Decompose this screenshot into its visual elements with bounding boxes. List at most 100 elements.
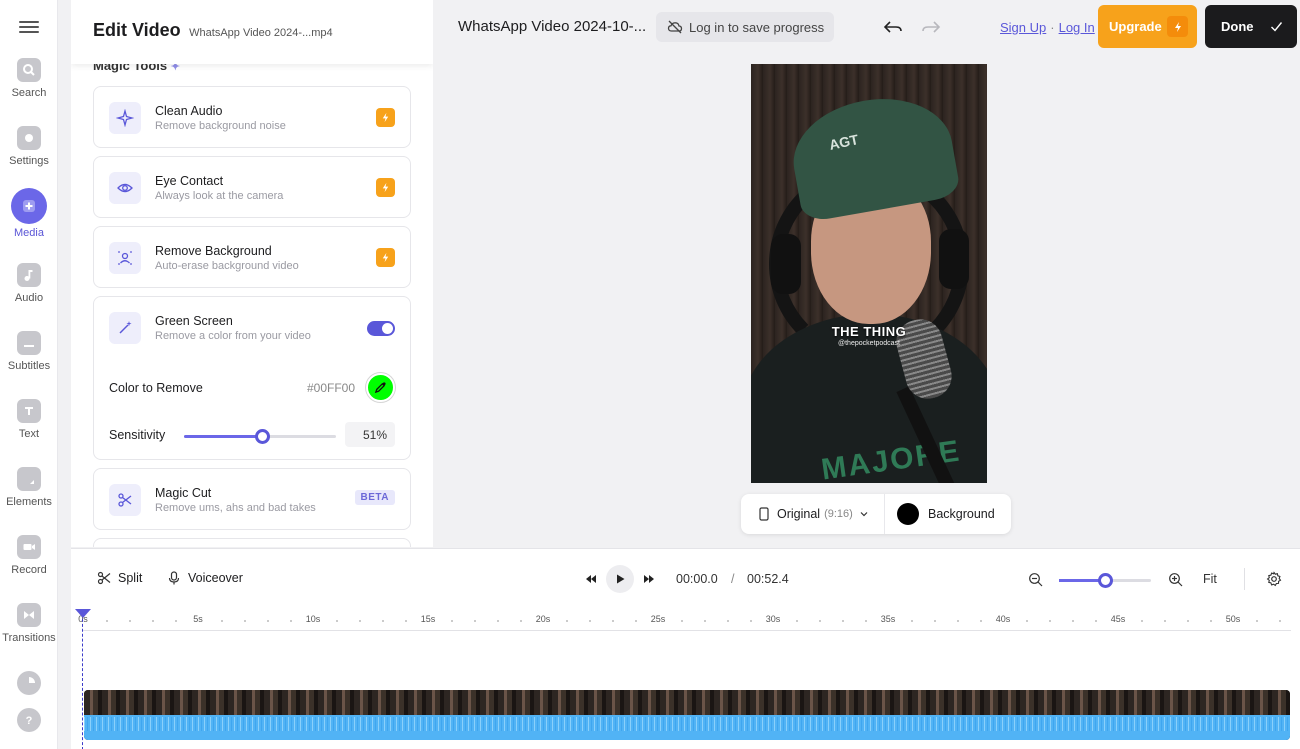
- ruler-tick-dot: [842, 620, 844, 622]
- tool-card-remove-background[interactable]: Remove Background Auto-erase background …: [93, 226, 411, 288]
- ruler-tick-dot: [106, 620, 108, 622]
- ruler-tick-dot: [359, 620, 361, 622]
- aspect-ratio-value: (9:16): [824, 508, 853, 520]
- ruler-tick-dot: [566, 620, 568, 622]
- microphone-icon: [168, 571, 180, 585]
- done-label: Done: [1221, 19, 1254, 34]
- video-preview[interactable]: MAJORE AGT THE THING @thepocketpodcast: [751, 64, 987, 483]
- play-button[interactable]: [606, 565, 634, 593]
- zoom-slider[interactable]: [1059, 573, 1151, 588]
- undo-icon[interactable]: [882, 17, 904, 37]
- split-button[interactable]: Split: [97, 571, 142, 585]
- ruler-tick-dot: [497, 620, 499, 622]
- zoom-slider-handle[interactable]: [1098, 573, 1113, 588]
- rewind-button[interactable]: [579, 565, 603, 593]
- canvas-settings-bar: Original (9:16) Background: [741, 494, 1011, 534]
- video-headphone-right: [939, 229, 969, 289]
- top-bar: WhatsApp Video 2024-10-... Log in to sav…: [434, 0, 1300, 54]
- tool-card-clean-audio[interactable]: Clean Audio Remove background noise: [93, 86, 411, 148]
- timeline-ruler[interactable]: 0s 5s 10s 15s 20s 25s 30s 35s 40s 45s 50s: [78, 611, 1291, 631]
- scissors-icon: [109, 484, 141, 516]
- ruler-tick-dot: [865, 620, 867, 622]
- ruler-tick-label: 40s: [995, 614, 1011, 624]
- fit-button[interactable]: Fit: [1203, 572, 1217, 586]
- zoom-out-icon[interactable]: [1028, 572, 1043, 587]
- nav-item-text[interactable]: Text: [0, 399, 58, 440]
- playhead-handle[interactable]: [75, 609, 91, 618]
- ruler-tick-dot: [957, 620, 959, 622]
- aspect-ratio-dropdown[interactable]: Original (9:16): [741, 494, 885, 534]
- redo-icon[interactable]: [920, 17, 942, 37]
- ruler-tick-dot: [129, 620, 131, 622]
- ruler-tick-label: 20s: [535, 614, 551, 624]
- scissors-icon: [97, 571, 111, 585]
- lightning-icon: [376, 248, 395, 267]
- video-thumbnails: [84, 690, 1290, 715]
- video-track-clip[interactable]: [84, 690, 1290, 740]
- nav-item-elements[interactable]: Elements: [0, 467, 58, 508]
- ruler-tick-label: 15s: [420, 614, 436, 624]
- ruler-tick-label: 10s: [305, 614, 321, 624]
- nav-item-media[interactable]: Media: [0, 188, 58, 239]
- tool-title: Green Screen: [155, 314, 233, 328]
- lightning-icon: [1167, 16, 1188, 37]
- done-button[interactable]: Done: [1205, 5, 1297, 48]
- ruler-tick-dot: [336, 620, 338, 622]
- green-screen-toggle[interactable]: [367, 321, 395, 336]
- nav-item-transitions[interactable]: Transitions: [0, 603, 58, 644]
- voiceover-button[interactable]: Voiceover: [167, 571, 243, 585]
- ruler-tick-dot: [612, 620, 614, 622]
- ruler-tick-dot: [1072, 620, 1074, 622]
- sensitivity-value[interactable]: 51%: [345, 422, 395, 447]
- help-icon: ?: [17, 708, 41, 732]
- ruler-tick-dot: [980, 620, 982, 622]
- nav-item-subtitles[interactable]: Subtitles: [0, 331, 58, 372]
- hamburger-menu-icon[interactable]: [19, 18, 39, 36]
- voiceover-label: Voiceover: [188, 571, 243, 585]
- login-to-save-button[interactable]: Log in to save progress: [656, 12, 834, 42]
- sensitivity-slider[interactable]: [184, 429, 336, 444]
- help-button[interactable]: ?: [0, 708, 58, 732]
- video-caption: THE THING: [831, 324, 907, 339]
- tool-card-magic-cut[interactable]: Magic Cut Remove ums, ahs and bad takes …: [93, 468, 411, 530]
- ruler-tick-dot: [405, 620, 407, 622]
- total-duration: 00:52.4: [747, 572, 789, 586]
- timeline-panel: Split Voiceover 00:00.0 / 00:52.4 Fit 0s…: [71, 548, 1300, 749]
- tool-card-eye-contact[interactable]: Eye Contact Always look at the camera: [93, 156, 411, 218]
- text-icon: [17, 399, 41, 423]
- log-in-link[interactable]: Log In: [1059, 20, 1095, 35]
- edit-video-panel: Edit Video WhatsApp Video 2024-...mp4 Ma…: [71, 0, 433, 547]
- nav-item-search[interactable]: Search: [0, 58, 58, 99]
- nav-item-settings[interactable]: Settings: [0, 126, 58, 167]
- slider-fill: [184, 435, 262, 438]
- eye-icon: [109, 172, 141, 204]
- split-label: Split: [118, 571, 143, 585]
- sign-up-link[interactable]: Sign Up: [1000, 20, 1046, 35]
- nav-item-audio[interactable]: Audio: [0, 263, 58, 304]
- toolbar-divider: [1244, 568, 1245, 590]
- color-picker-button[interactable]: [366, 373, 395, 402]
- ruler-tick-dot: [911, 620, 913, 622]
- ruler-tick-dot: [221, 620, 223, 622]
- slider-handle[interactable]: [254, 429, 270, 444]
- gear-icon[interactable]: [1266, 571, 1282, 587]
- aspect-label: Original: [777, 507, 821, 521]
- nav-label: Search: [11, 87, 47, 99]
- ruler-tick-dot: [1164, 620, 1166, 622]
- ruler-tick-dot: [589, 620, 591, 622]
- beta-badge: BETA: [354, 490, 395, 505]
- tool-title: Magic Cut: [155, 486, 212, 500]
- nav-label: Elements: [6, 496, 52, 508]
- zoom-in-icon[interactable]: [1168, 572, 1183, 587]
- ruler-tick-dot: [520, 620, 522, 622]
- upgrade-button[interactable]: Upgrade: [1098, 5, 1197, 48]
- nav-item-record[interactable]: Record: [0, 535, 58, 576]
- ruler-tick-label: 50s: [1225, 614, 1241, 624]
- project-file-title[interactable]: WhatsApp Video 2024-10-...: [458, 18, 646, 35]
- check-icon: [1271, 22, 1283, 32]
- background-color-button[interactable]: Background: [897, 494, 995, 534]
- fast-forward-button[interactable]: [637, 565, 661, 593]
- camera-icon: [17, 535, 41, 559]
- nav-item-more[interactable]: [0, 671, 58, 695]
- tool-card-partial[interactable]: [93, 538, 411, 547]
